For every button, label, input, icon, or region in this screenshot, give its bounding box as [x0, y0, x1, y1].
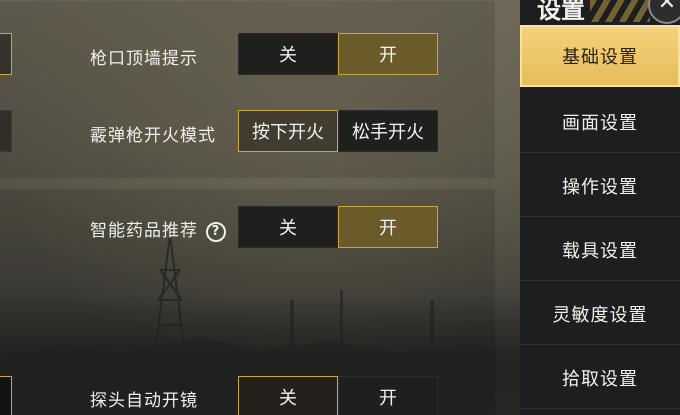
tab-basic-settings[interactable]: 基础设置	[520, 25, 680, 87]
peek-auto-scope-label: 探头自动开镜	[90, 391, 198, 411]
option-press-to-fire[interactable]: 按下开火	[238, 110, 338, 152]
smart-medicine-label: 智能药品推荐?	[90, 216, 226, 242]
option-off[interactable]: 关	[238, 33, 338, 75]
option-on[interactable]: 开	[338, 33, 438, 75]
muzzle-wall-hint-label: 枪口顶墙提示	[90, 49, 198, 69]
tab-sensitivity-settings[interactable]: 灵敏度设置	[520, 283, 680, 345]
shotgun-fire-mode-toggle: 按下开火 松手开火	[238, 110, 438, 152]
muzzle-wall-hint-toggle: 关 开	[238, 33, 438, 75]
option-off[interactable]: 关	[238, 206, 338, 248]
title-accent-stripe	[590, 0, 650, 22]
option-on[interactable]: 开	[338, 206, 438, 248]
peek-auto-scope-toggle: 关 开	[238, 376, 438, 415]
offscreen-toggle-edge[interactable]	[0, 33, 12, 75]
offscreen-toggle-edge[interactable]	[0, 376, 12, 415]
smart-medicine-toggle: 关 开	[238, 206, 438, 248]
tab-vehicle-settings[interactable]: 载具设置	[520, 219, 680, 281]
smart-medicine-label-text: 智能药品推荐	[90, 221, 198, 241]
option-off[interactable]: 关	[238, 376, 338, 415]
offscreen-toggle-edge[interactable]	[0, 110, 12, 152]
help-icon[interactable]: ?	[206, 222, 226, 242]
tab-controls-settings[interactable]: 操作设置	[520, 155, 680, 217]
shotgun-fire-mode-label: 霰弹枪开火模式	[90, 126, 216, 146]
tab-pickup-settings[interactable]: 拾取设置	[520, 347, 680, 409]
settings-title: 设置	[537, 0, 585, 24]
tab-graphics-settings[interactable]: 画面设置	[520, 91, 680, 153]
option-on[interactable]: 开	[338, 376, 438, 415]
option-release-to-fire[interactable]: 松手开火	[338, 110, 438, 152]
